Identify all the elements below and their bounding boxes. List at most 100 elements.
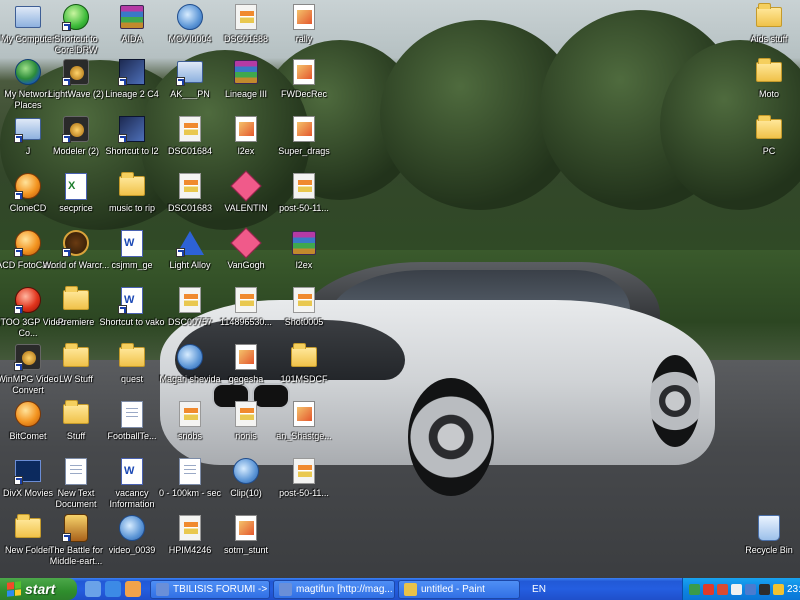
image-file-icon (231, 114, 261, 144)
folder-icon (117, 171, 147, 201)
media-file-icon (230, 170, 262, 202)
desktop[interactable]: My Computer Shortcut to CorelDRW AIDA MOVI0… (0, 0, 800, 578)
folder-icon (754, 114, 784, 144)
desktop-icon-label: Recycle Bin (745, 545, 793, 555)
quicktime-icon (231, 456, 261, 486)
image-file-icon (231, 342, 261, 372)
djvu-viewer-icon (175, 57, 205, 87)
image-file-icon (289, 456, 319, 486)
folder-icon (61, 342, 91, 372)
shortcut-arrow-icon (118, 305, 127, 314)
image-file-icon (289, 114, 319, 144)
clock[interactable]: 23:44 (787, 584, 800, 595)
word-document-icon (117, 228, 147, 258)
desktop-icon-fwdecrec[interactable]: FWDecRec (266, 57, 342, 113)
word-document-icon (117, 456, 147, 486)
desktop-icon-label: post-50-11... (279, 488, 329, 498)
task-button[interactable]: untitled - Paint (398, 579, 520, 599)
desktop-icon-label: FWDecRec (280, 89, 327, 99)
tray-icons (689, 583, 784, 595)
image-file-icon (289, 399, 319, 429)
coreldraw-icon (61, 2, 91, 32)
lineage-icon (117, 114, 147, 144)
shortcut-arrow-icon (176, 77, 185, 86)
shortcut-arrow-icon (14, 134, 23, 143)
document-icon (117, 399, 147, 429)
image-file-icon (289, 57, 319, 87)
lightwave-modeler-icon (61, 114, 91, 144)
desktop-icon-label: Super_drags (278, 146, 330, 156)
show-desktop-icon[interactable] (85, 581, 101, 597)
taskbar: start TBILISIS FORUMI -> ... magtifun [ht… (0, 578, 800, 600)
desktop-icon-label: sotm_stunt (223, 545, 269, 555)
shortcut-arrow-icon (176, 248, 185, 257)
quick-launch-bar (77, 578, 147, 600)
task-button-label: magtifun [http://mag... (296, 583, 393, 595)
image-file-icon (289, 2, 319, 32)
shortcut-arrow-icon (62, 248, 71, 257)
text-document-icon (61, 456, 91, 486)
start-label: start (25, 581, 56, 597)
shortcut-arrow-icon (62, 22, 71, 31)
quicktime-icon (175, 2, 205, 32)
shortcut-arrow-icon (118, 77, 127, 86)
winrar-archive-icon (231, 57, 261, 87)
tray-app-icon[interactable] (759, 583, 770, 595)
desktop-icon-recycle[interactable]: Recycle Bin (731, 513, 800, 569)
desktop-icon-aids[interactable]: Aids stuff (731, 2, 800, 58)
folder-icon (754, 2, 784, 32)
image-file-icon (175, 399, 205, 429)
shortcut-arrow-icon (14, 362, 23, 371)
desktop-icon-moto[interactable]: Moto (731, 57, 800, 113)
image-file-icon (231, 2, 261, 32)
language-indicator[interactable]: EN (526, 584, 552, 595)
task-button-label: TBILISIS FORUMI -> ... (173, 583, 270, 595)
desktop-icon-label: Moto (758, 89, 779, 99)
word-document-icon (117, 285, 147, 315)
task-button[interactable]: magtifun [http://mag... (273, 579, 395, 599)
text-document-icon (175, 456, 205, 486)
quicktime-icon (175, 342, 205, 372)
tray-app-icon[interactable] (703, 583, 714, 595)
desktop-icon-post2[interactable]: post-50-11... (266, 456, 342, 512)
shortcut-arrow-icon (62, 134, 71, 143)
winrar-archive-icon (289, 228, 319, 258)
car-front-wheel (408, 378, 494, 496)
image-file-icon (175, 114, 205, 144)
browser-window-icon (279, 582, 292, 596)
media-player-icon[interactable] (125, 581, 141, 597)
tray-app-icon[interactable] (689, 583, 700, 595)
light-alloy-icon (175, 228, 205, 258)
image-file-icon (289, 171, 319, 201)
desktop-icon-label: Shot0005 (284, 317, 324, 327)
start-button[interactable]: start (0, 578, 77, 600)
desktop-icon-pc[interactable]: PC (731, 114, 800, 170)
desktop-icon-label: l2ex (295, 260, 313, 270)
image-file-icon (175, 171, 205, 201)
tray-app-icon[interactable] (773, 583, 784, 595)
image-file-icon (231, 399, 261, 429)
lineage-icon (117, 57, 147, 87)
internet-explorer-icon[interactable] (105, 581, 121, 597)
desktop-icon-shastge[interactable]: an_Shastge... (266, 399, 342, 455)
windows-flag-icon (7, 581, 21, 597)
task-button-label: untitled - Paint (421, 583, 485, 595)
desktop-icon-rally[interactable]: rally (266, 2, 342, 58)
tray-app-icon[interactable] (745, 583, 756, 595)
shortcut-arrow-icon (14, 305, 23, 314)
tray-app-icon[interactable] (717, 583, 728, 595)
excel-file-icon (61, 171, 91, 201)
task-button[interactable]: TBILISIS FORUMI -> ... (150, 579, 270, 599)
tray-app-icon[interactable] (731, 583, 742, 595)
shortcut-arrow-icon (14, 191, 23, 200)
desktop-icon-msdcf[interactable]: 101MSDCF (266, 342, 342, 398)
shortcut-arrow-icon (62, 77, 71, 86)
desktop-icon-super-drags[interactable]: Super_drags (266, 114, 342, 170)
desktop-icon-l2ex-rar[interactable]: l2ex (266, 228, 342, 284)
desktop-icon-post1[interactable]: post-50-11... (266, 171, 342, 227)
shortcut-arrow-icon (14, 248, 23, 257)
shortcut-arrow-icon (118, 134, 127, 143)
media-file-icon (230, 227, 262, 259)
desktop-icon-sotm[interactable]: sotm_stunt (208, 513, 284, 569)
desktop-icon-shot[interactable]: Shot0005 (266, 285, 342, 341)
